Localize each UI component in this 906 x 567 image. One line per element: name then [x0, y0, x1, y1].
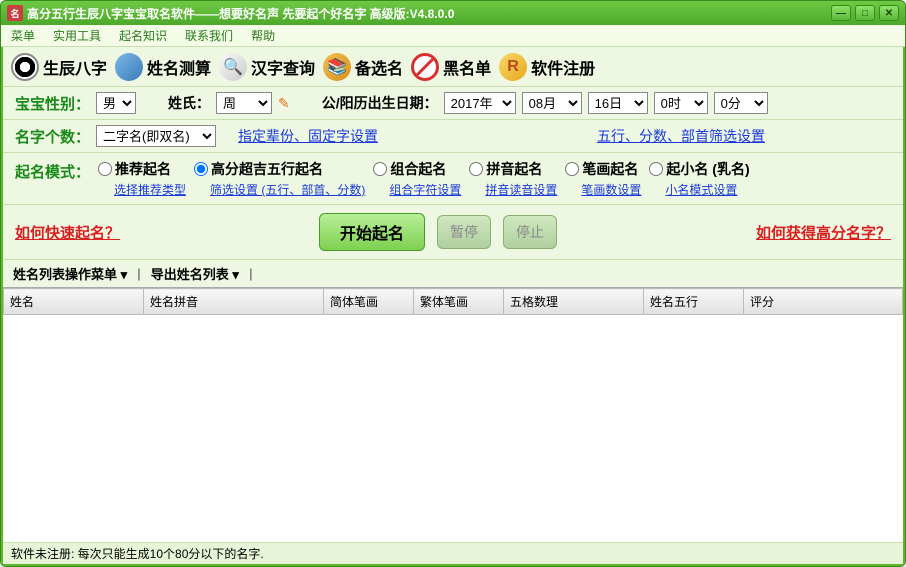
col-score[interactable]: 评分 — [744, 289, 903, 315]
row-actions: 如何快速起名？ 开始起名 暂停 停止 如何获得高分名字？ — [3, 205, 903, 260]
col-wuxing[interactable]: 姓名五行 — [644, 289, 744, 315]
menu-tools[interactable]: 实用工具 — [53, 27, 101, 44]
link-filter[interactable]: 五行、分数、部首筛选设置 — [597, 126, 765, 146]
app-icon: 名 — [7, 5, 23, 21]
mode-pinyin-sub[interactable]: 拼音读音设置 — [485, 181, 557, 198]
gender-label: 宝宝性别： — [15, 93, 90, 114]
toolbar: 生辰八字 姓名测算 🔍汉字查询 📚备选名 黑名单 R软件注册 — [3, 47, 903, 87]
month-select[interactable]: 08月 — [522, 92, 582, 114]
globe-icon — [115, 53, 143, 81]
day-select[interactable]: 16日 — [588, 92, 648, 114]
link-fixed-char[interactable]: 指定辈份、固定字设置 — [238, 126, 378, 146]
row-mode: 起名模式： 推荐起名选择推荐类型 高分超吉五行起名筛选设置 (五行、部首、分数)… — [3, 153, 903, 205]
list-menu[interactable]: 姓名列表操作菜单 ▾ — [13, 264, 127, 283]
status-text: 软件未注册: 每次只能生成10个80分以下的名字. — [11, 545, 264, 562]
menu-knowledge[interactable]: 起名知识 — [119, 27, 167, 44]
birth-label: 公/阳历出生日期： — [322, 93, 438, 113]
stop-button[interactable]: 停止 — [503, 215, 557, 249]
results-table[interactable]: 姓名 姓名拼音 简体笔画 繁体笔画 五格数理 姓名五行 评分 — [3, 287, 903, 542]
tool-bazi[interactable]: 生辰八字 — [11, 53, 107, 81]
row-count: 名字个数： 二字名(即双名) 指定辈份、固定字设置 五行、分数、部首筛选设置 — [3, 120, 903, 153]
col-trad-strokes[interactable]: 繁体笔画 — [414, 289, 504, 315]
list-export[interactable]: 导出姓名列表 ▾ — [151, 264, 239, 283]
edit-surname-icon[interactable]: ✎ — [278, 95, 290, 112]
menu-main[interactable]: 菜单 — [11, 27, 35, 44]
tool-candidates[interactable]: 📚备选名 — [323, 53, 403, 81]
count-label: 名字个数： — [15, 126, 90, 147]
col-simp-strokes[interactable]: 简体笔画 — [324, 289, 414, 315]
surname-label: 姓氏： — [168, 93, 210, 113]
year-select[interactable]: 2017年 — [444, 92, 516, 114]
mode-stroke-sub[interactable]: 笔画数设置 — [581, 181, 641, 198]
hour-select[interactable]: 0时 — [654, 92, 708, 114]
surname-select[interactable]: 周 — [216, 92, 272, 114]
mode-recommend[interactable]: 推荐起名 — [98, 159, 171, 179]
col-pinyin[interactable]: 姓名拼音 — [144, 289, 324, 315]
book-icon: 📚 — [323, 53, 351, 81]
statusbar: 软件未注册: 每次只能生成10个80分以下的名字. — [3, 542, 903, 564]
app-window: 名 高分五行生辰八字宝宝取名软件——想要好名声 先要起个好名字 高级版:V4.8… — [0, 0, 906, 567]
register-icon: R — [499, 53, 527, 81]
mode-pinyin[interactable]: 拼音起名 — [469, 159, 542, 179]
mode-wuxing-sub[interactable]: 筛选设置 (五行、部首、分数) — [210, 181, 365, 198]
mode-label: 起名模式： — [15, 159, 90, 182]
mode-combo-sub[interactable]: 组合字符设置 — [389, 181, 461, 198]
row-basic: 宝宝性别： 男 姓氏： 周 ✎ 公/阳历出生日期： 2017年 08月 16日 … — [3, 87, 903, 120]
menu-help[interactable]: 帮助 — [251, 27, 275, 44]
mode-recommend-sub[interactable]: 选择推荐类型 — [114, 181, 186, 198]
close-button[interactable]: ✕ — [879, 5, 899, 21]
link-help-high[interactable]: 如何获得高分名字？ — [756, 222, 891, 243]
menu-contact[interactable]: 联系我们 — [185, 27, 233, 44]
titlebar: 名 高分五行生辰八字宝宝取名软件——想要好名声 先要起个好名字 高级版:V4.8… — [1, 1, 905, 25]
menubar: 菜单 实用工具 起名知识 联系我们 帮助 — [1, 25, 905, 47]
content-area: 生辰八字 姓名测算 🔍汉字查询 📚备选名 黑名单 R软件注册 宝宝性别： 男 姓… — [1, 47, 905, 566]
minimize-button[interactable]: — — [831, 5, 851, 21]
link-help-fast[interactable]: 如何快速起名？ — [15, 222, 120, 243]
pause-button[interactable]: 暂停 — [437, 215, 491, 249]
window-title: 高分五行生辰八字宝宝取名软件——想要好名声 先要起个好名字 高级版:V4.8.0… — [27, 5, 831, 22]
mode-nickname-sub[interactable]: 小名模式设置 — [665, 181, 737, 198]
tool-name-test[interactable]: 姓名测算 — [115, 53, 211, 81]
mode-combo[interactable]: 组合起名 — [373, 159, 446, 179]
gender-select[interactable]: 男 — [96, 92, 136, 114]
start-button[interactable]: 开始起名 — [319, 213, 425, 251]
tool-char-lookup[interactable]: 🔍汉字查询 — [219, 53, 315, 81]
mode-wuxing[interactable]: 高分超吉五行起名 — [194, 159, 323, 179]
bagua-icon — [11, 53, 39, 81]
table-header-row: 姓名 姓名拼音 简体笔画 繁体笔画 五格数理 姓名五行 评分 — [4, 289, 903, 315]
window-controls: — □ ✕ — [831, 5, 899, 21]
col-name[interactable]: 姓名 — [4, 289, 144, 315]
minute-select[interactable]: 0分 — [714, 92, 768, 114]
tool-blacklist[interactable]: 黑名单 — [411, 53, 491, 81]
maximize-button[interactable]: □ — [855, 5, 875, 21]
mode-nickname[interactable]: 起小名 (乳名) — [649, 159, 749, 179]
forbid-icon — [411, 53, 439, 81]
list-ops-bar: 姓名列表操作菜单 ▾ | 导出姓名列表 ▾ | — [3, 260, 903, 287]
mode-stroke[interactable]: 笔画起名 — [565, 159, 638, 179]
magnifier-icon: 🔍 — [219, 53, 247, 81]
count-select[interactable]: 二字名(即双名) — [96, 125, 216, 147]
col-wuge[interactable]: 五格数理 — [504, 289, 644, 315]
tool-register[interactable]: R软件注册 — [499, 53, 595, 81]
